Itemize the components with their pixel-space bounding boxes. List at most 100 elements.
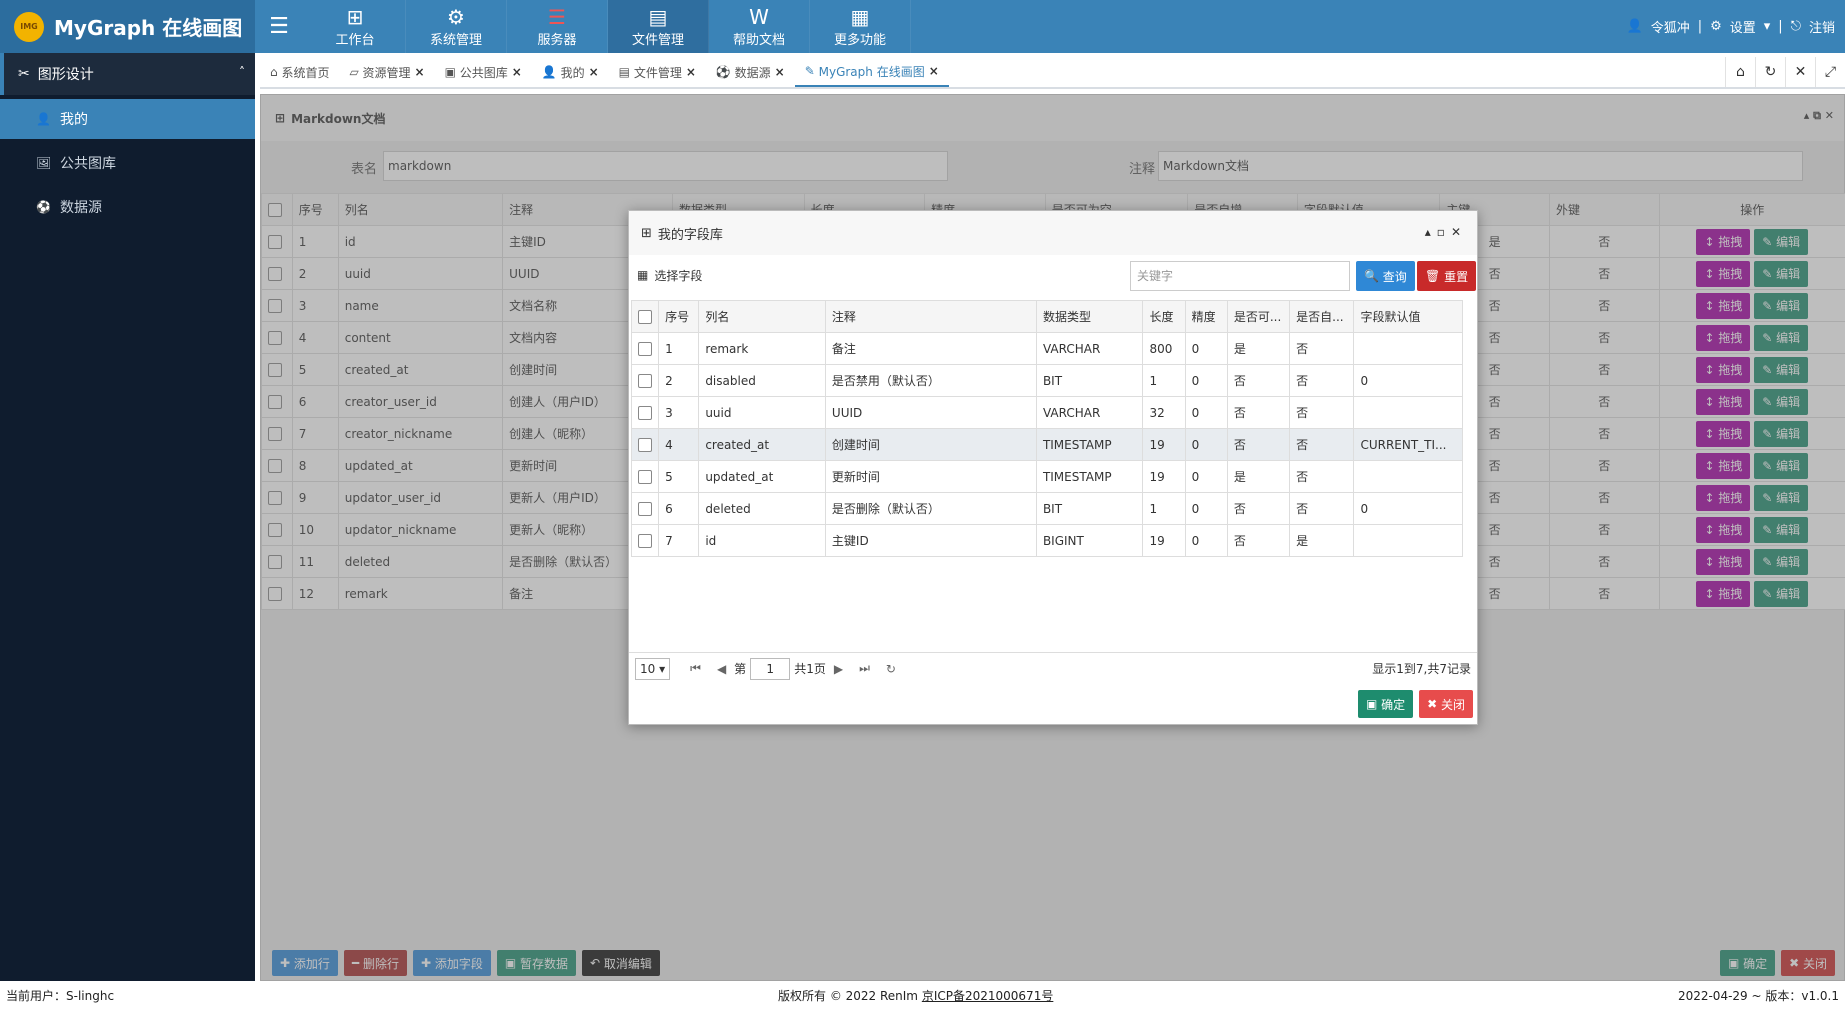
table-row[interactable]: 1 remark 备注 VARCHAR 800 0 是否 — [630, 332, 1463, 365]
tab-mine[interactable]: 👤 我的 × — [532, 57, 609, 87]
topnav-workbench[interactable]: ⊞ 工作台 — [305, 0, 406, 53]
tab-home[interactable]: ⌂ 系统首页 — [260, 57, 339, 87]
cell-type: VARCHAR — [1035, 332, 1144, 365]
row-checkbox[interactable] — [630, 332, 660, 365]
row-checkbox[interactable] — [630, 460, 660, 493]
grid-header: 是否自... — [1289, 300, 1355, 333]
tab-resources[interactable]: ▱ 资源管理 × — [339, 57, 434, 87]
page-size-select[interactable]: 10 ▾ — [635, 657, 671, 680]
close-icon[interactable]: ✕ — [1785, 57, 1815, 87]
first-page-icon[interactable]: ⏮ — [690, 661, 701, 676]
logout-link[interactable]: 注销 — [1809, 17, 1835, 36]
topnav-system[interactable]: ⚙ 系统管理 — [406, 0, 507, 53]
tab-mygraph[interactable]: ✎ MyGraph 在线画图 × — [794, 57, 949, 87]
user-name[interactable]: 令狐冲 — [1651, 17, 1690, 36]
table-icon: ▦ — [637, 268, 649, 282]
footer: 当前用户：S-linghc 版权所有 © 2022 RenIm 京ICP备202… — [0, 981, 1845, 1009]
cell-len: 1 — [1142, 492, 1186, 525]
page-number-input[interactable]: 1 — [750, 657, 791, 680]
close-icon[interactable]: × — [775, 65, 785, 79]
cell-len: 19 — [1142, 460, 1186, 493]
caret-down-icon[interactable]: ▾ — [1764, 19, 1771, 34]
row-checkbox[interactable] — [630, 428, 660, 461]
cell-comment: 备注 — [824, 332, 1037, 365]
close-icon[interactable]: × — [929, 64, 939, 78]
cell-def — [1353, 332, 1463, 365]
sidebar-item-datasource[interactable]: ⚽ 数据源 — [0, 187, 255, 227]
copyright: 版权所有 © 2022 RenIm 京ICP备2021000671号 — [778, 987, 1053, 1004]
cell-no: 6 — [658, 492, 700, 525]
table-row[interactable]: 7 id 主键ID BIGINT 19 0 否是 — [630, 524, 1463, 557]
sidebar-item-label: 公共图库 — [60, 156, 116, 172]
tab-files[interactable]: ▤ 文件管理 × — [609, 57, 706, 87]
tab-gallery[interactable]: ▣ 公共图库 × — [435, 57, 532, 87]
close-icon[interactable]: × — [415, 65, 425, 79]
sidebar: ✂ 图形设计 ˄ 👤 我的 🖼 公共图库 ⚽ 数据源 — [0, 53, 255, 981]
row-checkbox[interactable] — [630, 364, 660, 397]
gear-icon: ⚙ — [447, 5, 465, 29]
modal-window-tools[interactable]: ▴▫✕ — [1425, 225, 1467, 239]
fullscreen-icon[interactable]: ⤢ — [1815, 57, 1845, 87]
cell-def: CURRENT_TI... — [1353, 428, 1463, 461]
table-row[interactable]: 6 deleted 是否删除（默认否） BIT 1 0 否否 0 — [630, 492, 1463, 525]
field-library-grid: 序号 列名 注释 数据类型 长度 精度 是否可... 是否自... 字段默认值 … — [630, 300, 1463, 557]
tab-datasource[interactable]: ⚽ 数据源 × — [706, 57, 795, 87]
sidebar-item-mine[interactable]: 👤 我的 — [0, 99, 255, 139]
query-button[interactable]: 🔍 查询 — [1356, 261, 1415, 291]
cell-no: 5 — [658, 460, 700, 493]
divider: | — [1697, 19, 1703, 34]
refresh-icon[interactable]: ↻ — [1755, 57, 1785, 87]
topnav-label: 服务器 — [537, 33, 577, 48]
cell-auto: 否 — [1289, 428, 1355, 461]
version: 2022-04-29 ~ 版本：v1.0.1 — [1677, 988, 1839, 1003]
windows-icon: ⊞ — [641, 225, 652, 241]
cell-def — [1353, 524, 1463, 557]
button-label: 关闭 — [1440, 697, 1465, 712]
close-icon[interactable]: × — [589, 65, 599, 79]
cell-no: 4 — [658, 428, 700, 461]
topnav-more[interactable]: ▦ 更多功能 — [810, 0, 911, 53]
sidebar-group-graph-design[interactable]: ✂ 图形设计 ˄ — [0, 53, 255, 95]
sidebar-item-gallery[interactable]: 🖼 公共图库 — [0, 143, 255, 183]
reset-button[interactable]: 🗑 重置 — [1417, 261, 1477, 291]
cell-name: deleted — [698, 492, 826, 525]
topnav-label: 系统管理 — [429, 33, 482, 48]
cell-nullable: 否 — [1226, 364, 1291, 397]
keyword-search-input[interactable]: 关键字 — [1130, 261, 1350, 291]
topnav-help[interactable]: W 帮助文档 — [709, 0, 810, 53]
settings-menu[interactable]: 设置 — [1730, 17, 1756, 36]
tab-label: 数据源 — [734, 65, 771, 80]
icp-link[interactable]: 京ICP备2021000671号 — [922, 989, 1054, 1003]
table-row[interactable]: 4 created_at 创建时间 TIMESTAMP 19 0 否否 CURRENT_TI.… — [630, 428, 1463, 461]
top-right: 👤 令狐冲 | ⚙ 设置 ▾ | ⎋ 注销 — [1619, 0, 1836, 53]
home-icon[interactable]: ⌂ — [1725, 57, 1755, 87]
topnav-files[interactable]: ▤ 文件管理 — [608, 0, 709, 53]
grid-header: 列名 — [698, 300, 826, 333]
prev-page-icon[interactable]: ◀ — [717, 662, 726, 676]
close-icon[interactable]: × — [686, 65, 696, 79]
cell-no: 1 — [658, 332, 700, 365]
table-row[interactable]: 2 disabled 是否禁用（默认否） BIT 1 0 否否 0 — [630, 364, 1463, 397]
table-row[interactable]: 5 updated_at 更新时间 TIMESTAMP 19 0 是否 — [630, 460, 1463, 493]
modal-close-button[interactable]: ✖ 关闭 — [1419, 690, 1473, 718]
select-all-checkbox[interactable] — [630, 300, 660, 333]
topnav-server[interactable]: ☰ 服务器 — [507, 0, 608, 53]
cell-comment: UUID — [824, 396, 1037, 429]
menu-toggle-icon[interactable]: ☰ — [263, 10, 295, 42]
next-page-icon[interactable]: ▶ — [834, 662, 843, 676]
modal-confirm-button[interactable]: ▣ 确定 — [1357, 690, 1414, 718]
tab-label: 我的 — [560, 65, 585, 80]
cell-def: 0 — [1353, 492, 1463, 525]
refresh-icon[interactable]: ↻ — [886, 662, 896, 676]
cell-nullable: 否 — [1226, 396, 1291, 429]
page-total: 共1页 — [794, 662, 826, 676]
row-checkbox[interactable] — [630, 492, 660, 525]
row-checkbox[interactable] — [630, 524, 660, 557]
close-icon[interactable]: × — [512, 65, 522, 79]
row-checkbox[interactable] — [630, 396, 660, 429]
last-page-icon[interactable]: ⏭ — [859, 661, 870, 676]
table-row[interactable]: 3 uuid UUID VARCHAR 32 0 否否 — [630, 396, 1463, 429]
cell-type: BIGINT — [1035, 524, 1144, 557]
tab-label: 资源管理 — [362, 65, 411, 80]
cell-type: TIMESTAMP — [1035, 428, 1144, 461]
